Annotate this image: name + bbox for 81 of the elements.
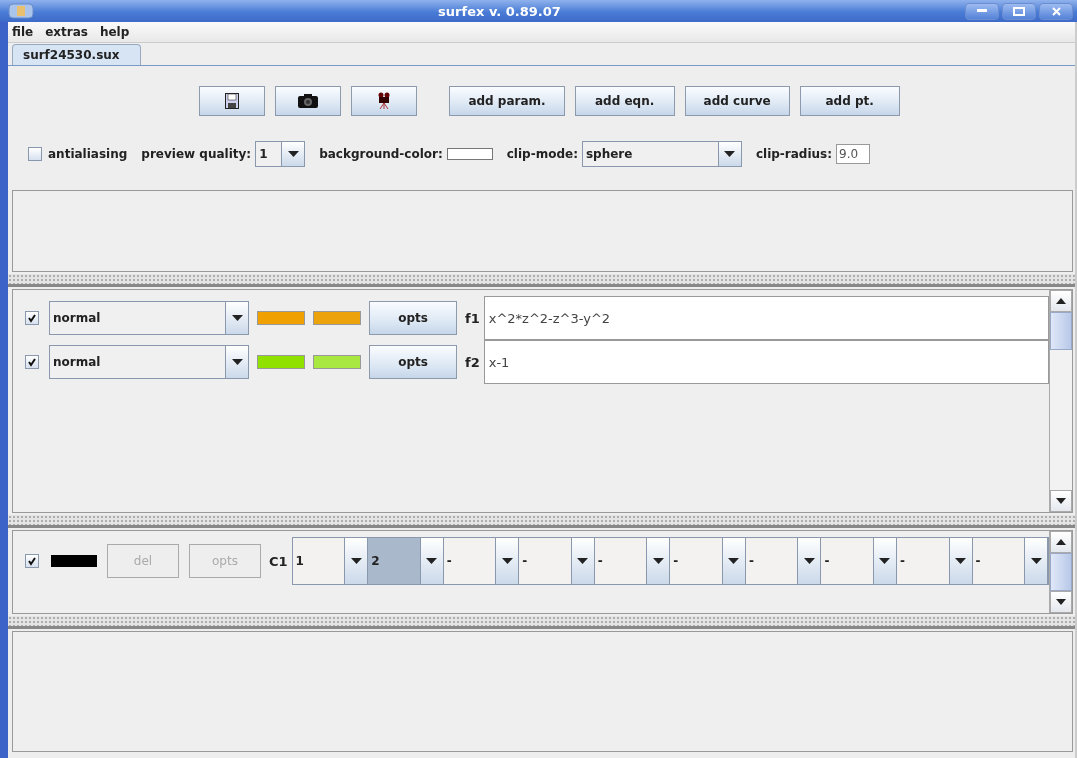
checkbox-label: antialiasing <box>48 147 128 161</box>
add-button[interactable]: add param. <box>449 86 565 116</box>
color-swatch[interactable] <box>446 148 493 160</box>
caret-icon <box>231 359 243 365</box>
checkbox[interactable] <box>28 147 42 161</box>
scrollbar[interactable] <box>1049 531 1072 613</box>
maximize-icon <box>1013 6 1025 16</box>
up-arrow-icon <box>1056 539 1066 545</box>
scrollbar[interactable] <box>1049 290 1072 512</box>
caret-icon <box>724 151 736 157</box>
close-button[interactable] <box>1039 2 1073 20</box>
quality-dropdown[interactable]: 1 <box>255 141 306 167</box>
field-label: background-color: <box>319 147 443 161</box>
surface-dropdown[interactable]: - <box>519 538 595 584</box>
add-button[interactable]: add pt. <box>799 86 900 116</box>
add-button[interactable]: add eqn. <box>574 86 675 116</box>
curve-label: C1 <box>269 553 288 569</box>
equation-field[interactable]: x^2*z^2-z^3-y^2 <box>483 296 1049 340</box>
down-arrow-icon <box>1056 498 1066 504</box>
caret-icon <box>426 558 438 564</box>
caret-icon <box>287 151 299 157</box>
minimize-button[interactable] <box>965 2 999 20</box>
file-tab[interactable]: surf24530.sux <box>12 44 141 65</box>
movie-camera-icon <box>377 92 392 110</box>
equation-field[interactable]: x-1 <box>483 340 1049 384</box>
caret-icon <box>879 558 891 564</box>
checkbox[interactable] <box>25 554 39 568</box>
caret-icon <box>1030 558 1042 564</box>
surface-dropdown[interactable]: 2 <box>368 538 444 584</box>
caret-icon <box>955 558 966 564</box>
color-swatch[interactable] <box>313 355 361 369</box>
caret-icon <box>728 558 740 564</box>
color-swatch[interactable] <box>313 311 361 325</box>
opts-button[interactable]: opts <box>369 345 457 379</box>
checkbox[interactable] <box>25 311 39 325</box>
mode-dropdown[interactable]: normal <box>49 301 249 335</box>
close-icon <box>1051 6 1061 16</box>
clip-mode-dropdown[interactable]: sphere <box>581 141 742 167</box>
window-title: surfex v. 0.89.07 <box>437 3 562 19</box>
scroll-thumb[interactable] <box>1050 312 1072 350</box>
checkbox[interactable] <box>25 355 39 369</box>
equation-label: f1 <box>465 310 480 326</box>
input-field[interactable]: 9.0 <box>836 144 871 164</box>
minimize-icon <box>977 9 987 13</box>
surface-dropdown[interactable]: - <box>821 538 897 584</box>
caret-icon <box>501 558 513 564</box>
movie-button[interactable] <box>351 86 418 116</box>
color-swatch[interactable] <box>51 555 97 567</box>
surface-dropdown[interactable]: - <box>670 538 746 584</box>
surface-dropdown[interactable]: - <box>896 538 973 584</box>
caret-icon <box>350 558 362 564</box>
surface-dropdown[interactable]: - <box>443 538 520 584</box>
opts-button[interactable]: opts <box>369 301 457 335</box>
mode-dropdown[interactable]: normal <box>49 345 249 379</box>
menu-item[interactable]: extras <box>45 25 88 39</box>
menu-item[interactable]: file <box>12 25 34 39</box>
equation-label: f2 <box>465 354 480 370</box>
caret-icon <box>577 558 589 564</box>
color-swatch[interactable] <box>257 311 305 325</box>
field-label: clip-radius: <box>755 147 833 161</box>
splitter[interactable] <box>8 274 1075 287</box>
add-button[interactable]: add curve <box>684 86 790 116</box>
caret-icon <box>231 315 243 321</box>
caret-icon <box>803 558 815 564</box>
up-arrow-icon <box>1056 298 1066 304</box>
color-swatch[interactable] <box>257 355 305 369</box>
scroll-thumb[interactable] <box>1050 553 1072 591</box>
caret-icon <box>652 558 664 564</box>
save-button[interactable] <box>199 86 266 116</box>
surface-dropdown[interactable]: - <box>972 538 1049 584</box>
screenshot-button[interactable] <box>275 86 342 116</box>
field-label: clip-mode: <box>506 147 578 161</box>
field-label: preview quality: <box>141 147 252 161</box>
down-arrow-icon <box>1056 599 1066 605</box>
camera-icon <box>297 93 320 109</box>
app-icon <box>8 3 34 19</box>
maximize-button[interactable] <box>1002 2 1036 20</box>
surface-dropdown[interactable]: - <box>745 538 822 584</box>
surface-dropdown[interactable]: 1 <box>292 538 369 584</box>
menu-item[interactable]: help <box>99 25 130 39</box>
surface-dropdown[interactable]: - <box>594 538 671 584</box>
